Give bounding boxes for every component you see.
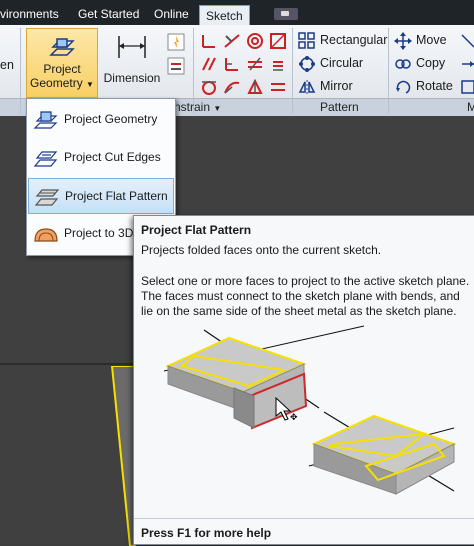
project-geometry-label-1: Project bbox=[43, 62, 81, 76]
tab-get-started[interactable]: Get Started bbox=[78, 4, 139, 25]
tab-environments[interactable]: vironments bbox=[0, 4, 59, 25]
copy-button[interactable]: Copy bbox=[394, 53, 445, 73]
project-geometry-icon bbox=[33, 111, 58, 129]
mirror-button[interactable]: Mirror bbox=[298, 76, 353, 96]
trim-icon[interactable] bbox=[458, 31, 474, 51]
panel-title-constrain[interactable]: nstrain ▼ bbox=[174, 100, 221, 114]
move-icon bbox=[394, 31, 412, 50]
panel-title-pattern: Pattern bbox=[320, 100, 359, 114]
copy-icon bbox=[395, 58, 411, 69]
project-geometry-button[interactable]: Project Geometry ▼ bbox=[26, 28, 98, 98]
copy-label: Copy bbox=[416, 56, 446, 70]
menu-item-project-flat-pattern[interactable]: Project Flat Pattern bbox=[28, 178, 174, 214]
project-geometry-icon bbox=[49, 38, 75, 56]
svg-text:✥: ✥ bbox=[290, 413, 298, 423]
symmetric-constraint-icon[interactable] bbox=[245, 77, 265, 97]
partial-left-button[interactable]: en bbox=[0, 55, 14, 75]
project-flat-pattern-icon bbox=[34, 189, 60, 206]
circular-pattern-icon bbox=[299, 55, 315, 72]
mirror-label: Mirror bbox=[320, 79, 353, 93]
collinear-constraint-icon[interactable] bbox=[222, 31, 242, 51]
rotate-button[interactable]: Rotate bbox=[394, 76, 453, 96]
chevron-down-icon: ▼ bbox=[213, 104, 222, 113]
tab-sketch[interactable]: Sketch bbox=[199, 5, 250, 26]
show-constraints-icon[interactable] bbox=[166, 56, 186, 76]
panel-title-modify: M bbox=[467, 100, 474, 114]
parallel-constraint-icon[interactable] bbox=[199, 54, 219, 74]
tab-options-icon[interactable] bbox=[274, 8, 298, 20]
smooth-constraint-icon[interactable] bbox=[222, 77, 242, 97]
project-geometry-label-2: Geometry ▼ bbox=[30, 76, 94, 90]
tooltip-footer: Press F1 for more help bbox=[141, 526, 272, 540]
split-icon[interactable] bbox=[458, 77, 474, 97]
tangent-constraint-icon[interactable] bbox=[199, 77, 219, 97]
circular-pattern-button[interactable]: Circular bbox=[298, 53, 363, 73]
move-label: Move bbox=[416, 33, 447, 47]
mirror-icon bbox=[298, 79, 316, 94]
coincident-constraint-icon[interactable] bbox=[199, 31, 219, 51]
perpendicular-constraint-icon[interactable] bbox=[222, 54, 242, 74]
menu-item-project-geometry[interactable]: Project Geometry bbox=[28, 102, 172, 136]
rectangular-pattern-button[interactable]: Rectangular bbox=[298, 30, 387, 50]
tooltip-title: Project Flat Pattern bbox=[141, 223, 252, 237]
vertical-constraint-icon[interactable] bbox=[268, 54, 288, 74]
horizontal-constraint-icon[interactable] bbox=[245, 54, 265, 74]
rotate-icon bbox=[396, 80, 411, 94]
rectangular-pattern-icon bbox=[298, 31, 315, 49]
concentric-constraint-icon[interactable] bbox=[245, 31, 265, 51]
tooltip-illustration: ✥ bbox=[163, 325, 457, 495]
tab-online[interactable]: Online bbox=[154, 4, 189, 25]
menu-item-project-cut-edges[interactable]: Project Cut Edges bbox=[28, 140, 172, 174]
menu-item-label: Project Flat Pattern bbox=[65, 189, 168, 203]
tooltip-description: Projects folded faces onto the current s… bbox=[141, 243, 382, 257]
move-button[interactable]: Move bbox=[394, 30, 447, 50]
tooltip-project-flat-pattern: Project Flat Pattern Projects folded fac… bbox=[133, 215, 474, 545]
project-cut-edges-icon bbox=[33, 151, 58, 167]
ribbon-tab-bar: vironments Get Started Online Sketch bbox=[0, 0, 474, 26]
extend-icon[interactable] bbox=[458, 54, 474, 74]
tooltip-footer-divider bbox=[134, 518, 474, 519]
rectangular-label: Rectangular bbox=[320, 33, 388, 47]
chevron-down-icon: ▼ bbox=[86, 80, 94, 89]
project-to-3d-icon bbox=[34, 228, 58, 242]
equal-constraint-icon[interactable] bbox=[268, 77, 288, 97]
dimension-icon bbox=[118, 36, 146, 58]
partial-left-label: en bbox=[0, 58, 14, 72]
fix-constraint-icon[interactable] bbox=[268, 31, 288, 51]
dimension-label: Dimension bbox=[103, 71, 161, 85]
tooltip-body: Select one or more faces to project to t… bbox=[141, 274, 470, 318]
rotate-label: Rotate bbox=[416, 79, 453, 93]
circular-label: Circular bbox=[320, 56, 364, 70]
menu-item-label: Project Geometry bbox=[64, 112, 158, 126]
separator bbox=[292, 28, 293, 114]
menu-item-label: Project Cut Edges bbox=[64, 150, 161, 164]
separator bbox=[20, 28, 21, 114]
menu-item-label: Project to 3D bbox=[64, 226, 134, 240]
dimension-button[interactable]: Dimension bbox=[100, 28, 164, 96]
auto-dimension-icon[interactable] bbox=[166, 32, 186, 52]
separator bbox=[388, 28, 389, 114]
